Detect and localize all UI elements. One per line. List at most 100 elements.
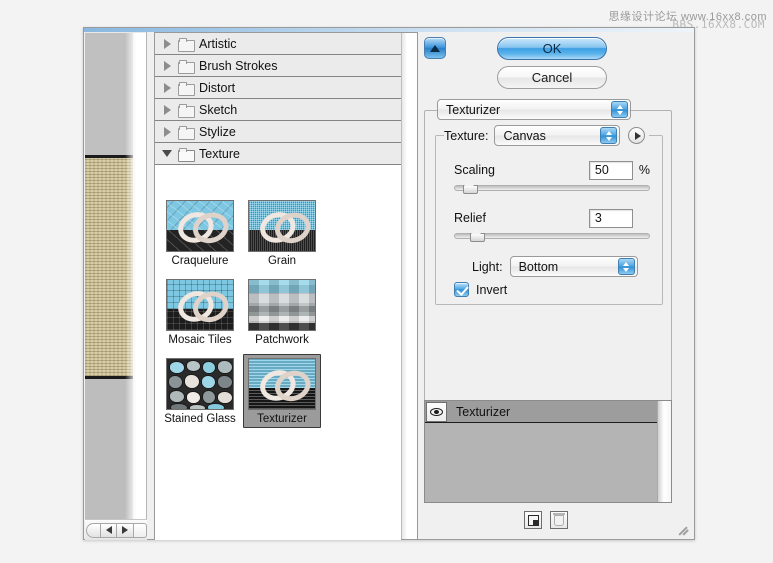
thumb-label: Stained Glass xyxy=(164,413,236,425)
light-dropdown[interactable]: Bottom xyxy=(509,256,638,277)
thumb-preview-image xyxy=(248,200,316,252)
folder-icon xyxy=(178,125,195,140)
thumb-label: Texturizer xyxy=(257,413,307,425)
watermark-line-1: 思缘设计论坛 www.16xx8.com xyxy=(608,11,767,23)
scaling-slider-thumb[interactable] xyxy=(462,180,478,194)
filter-category-brush-strokes[interactable]: Brush Strokes xyxy=(155,55,401,77)
folder-icon xyxy=(178,37,195,52)
chevron-updown-icon xyxy=(617,258,635,275)
filter-name-dropdown[interactable]: Texturizer xyxy=(437,99,631,120)
new-layer-icon xyxy=(527,514,539,526)
scaling-control: Scaling 50 % xyxy=(454,160,650,194)
category-label: Sketch xyxy=(199,102,238,117)
relief-slider-track[interactable] xyxy=(454,228,650,242)
filter-name-value: Texturizer xyxy=(446,102,501,117)
scaling-unit: % xyxy=(638,163,650,177)
filter-category-stylize[interactable]: Stylize xyxy=(155,121,401,143)
filter-gallery-screen: 思缘设计论坛 www.16xx8.com BBS.16XX8.COM Artis… xyxy=(0,0,773,563)
cancel-button[interactable]: Cancel xyxy=(497,66,607,89)
trash-icon xyxy=(553,512,565,526)
thumb-preview-image xyxy=(248,279,316,331)
relief-input[interactable]: 3 xyxy=(588,208,633,228)
preview-pane xyxy=(85,32,147,540)
texture-row: Texture: Canvas xyxy=(444,125,650,146)
thumb-preview-image xyxy=(248,358,316,410)
scaling-input[interactable]: 50 xyxy=(588,160,633,180)
filter-category-texture[interactable]: Texture xyxy=(155,143,401,165)
category-label: Artistic xyxy=(199,36,237,51)
new-effect-layer-button[interactable] xyxy=(524,511,542,529)
folder-icon xyxy=(178,59,195,74)
category-label: Distort xyxy=(199,80,236,95)
zoom-out-button[interactable] xyxy=(100,522,117,538)
filter-thumb-craquelure[interactable]: Craquelure xyxy=(159,196,241,270)
category-label: Stylize xyxy=(199,124,236,139)
zoom-percent-field[interactable] xyxy=(86,522,100,538)
zoom-in-button[interactable] xyxy=(117,522,134,538)
texture-dropdown[interactable]: Canvas xyxy=(494,125,621,146)
texture-label: Texture: xyxy=(444,128,489,143)
disclosure-closed-icon[interactable] xyxy=(161,60,173,72)
filter-thumb-stained-glass[interactable]: Stained Glass xyxy=(159,354,241,428)
thumb-preview-image xyxy=(165,358,234,410)
folder-open-icon xyxy=(178,147,195,162)
preview-fade-overlay xyxy=(125,33,147,520)
invert-checkbox-row[interactable]: Invert xyxy=(454,282,507,297)
effect-stack-scrollbar[interactable] xyxy=(657,401,671,502)
scaling-slider-track[interactable] xyxy=(454,180,650,194)
folder-icon xyxy=(178,81,195,96)
filter-settings-group: Texturizer Texture: Canvas Scaling 50 % … xyxy=(424,99,672,415)
effect-stack-row[interactable]: Texturizer xyxy=(425,401,671,423)
triangle-left-icon xyxy=(105,526,112,534)
disclosure-closed-icon[interactable] xyxy=(161,104,173,116)
disclosure-closed-icon[interactable] xyxy=(161,38,173,50)
thumb-label: Grain xyxy=(267,255,297,267)
filter-thumbnail-grid: Craquelure Grain Mosaic Tiles Patchwork … xyxy=(155,190,401,433)
category-label: Brush Strokes xyxy=(199,58,278,73)
preview-zoom-bar xyxy=(85,519,147,540)
delete-effect-layer-button xyxy=(550,511,568,529)
disclosure-closed-icon[interactable] xyxy=(161,82,173,94)
effect-stack-toolbar xyxy=(524,511,568,529)
disclosure-open-icon[interactable] xyxy=(161,148,173,160)
texture-value: Canvas xyxy=(503,128,546,143)
filter-gallery-dialog: Artistic Brush Strokes Distort Sketch St… xyxy=(83,27,695,540)
filter-category-distort[interactable]: Distort xyxy=(155,77,401,99)
filter-thumb-mosaic-tiles[interactable]: Mosaic Tiles xyxy=(159,275,241,349)
texture-flyout-menu-button[interactable] xyxy=(628,127,646,144)
resize-grip[interactable] xyxy=(676,522,692,538)
ok-button[interactable]: OK xyxy=(497,37,607,60)
disclosure-closed-icon[interactable] xyxy=(161,126,173,138)
filter-thumb-grain[interactable]: Grain xyxy=(241,196,323,270)
invert-label: Invert xyxy=(476,282,508,297)
triangle-right-icon xyxy=(634,131,641,140)
thumb-label: Craquelure xyxy=(171,255,229,267)
light-value: Bottom xyxy=(518,259,559,274)
filter-thumb-texturizer[interactable]: Texturizer xyxy=(241,354,323,428)
relief-label: Relief xyxy=(454,211,486,225)
effect-layer-label: Texturizer xyxy=(456,404,511,419)
category-label: Texture xyxy=(199,146,240,161)
thumb-label: Patchwork xyxy=(255,334,309,346)
visibility-toggle-button[interactable] xyxy=(426,401,447,422)
thumb-preview-image xyxy=(166,200,234,252)
filter-category-list: Artistic Brush Strokes Distort Sketch St… xyxy=(155,33,401,165)
light-row: Light: Bottom xyxy=(472,256,638,277)
triangle-up-icon xyxy=(430,44,440,52)
eye-icon xyxy=(430,407,443,416)
zoom-bar-filler xyxy=(134,522,147,538)
collapse-panel-button[interactable] xyxy=(424,37,446,59)
thumb-preview-image xyxy=(166,279,234,331)
invert-checkbox[interactable] xyxy=(454,282,469,297)
filter-list-scrollbar[interactable] xyxy=(401,33,417,539)
filter-category-sketch[interactable]: Sketch xyxy=(155,99,401,121)
relief-control: Relief 3 % xyxy=(454,208,650,242)
texture-options-group: Texture: Canvas Scaling 50 % Relief 3 Li… xyxy=(435,125,663,305)
filter-thumb-patchwork[interactable]: Patchwork xyxy=(241,275,323,349)
filter-thumbnail-area: Craquelure Grain Mosaic Tiles Patchwork … xyxy=(155,190,401,540)
filter-category-artistic[interactable]: Artistic xyxy=(155,33,401,55)
relief-slider-thumb[interactable] xyxy=(470,228,486,242)
triangle-right-icon xyxy=(122,526,128,534)
preview-divider xyxy=(146,32,147,540)
light-label: Light: xyxy=(472,259,503,274)
